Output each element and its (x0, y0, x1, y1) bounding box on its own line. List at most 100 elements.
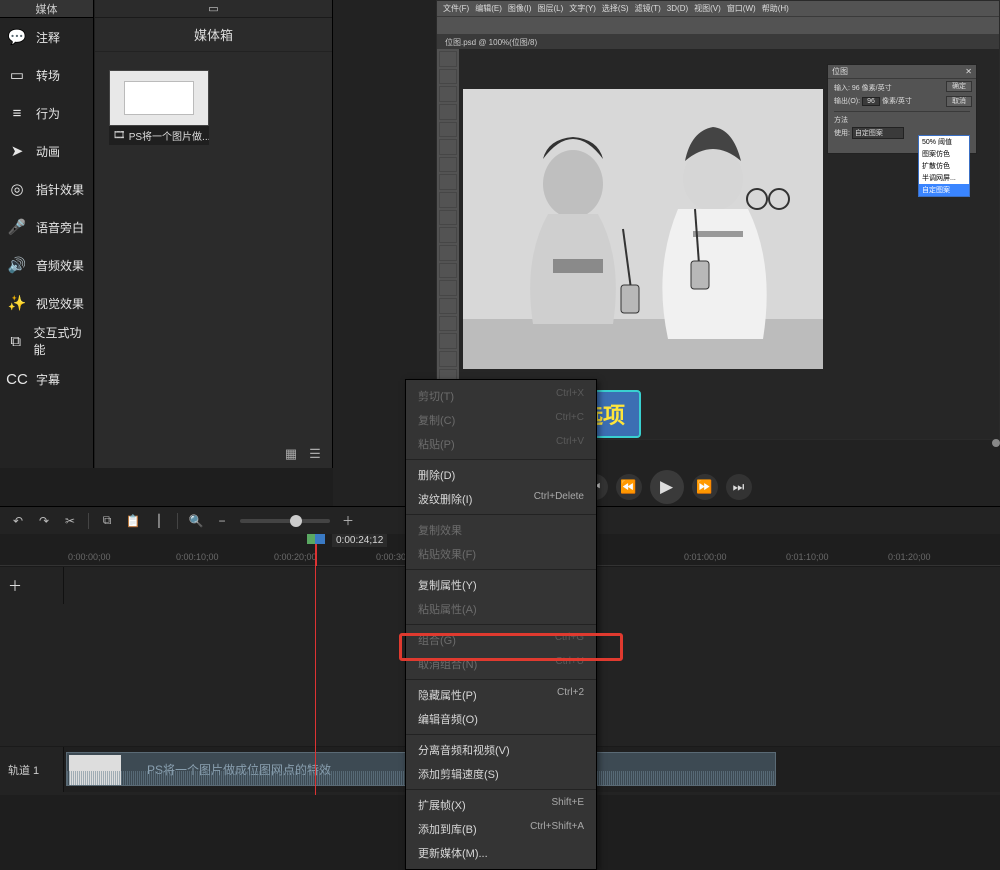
context-menu-item[interactable]: 复制属性(Y) (406, 573, 596, 597)
ps-menu-item[interactable]: 3D(D) (667, 4, 688, 13)
skip-end-button[interactable]: ⏭ (726, 474, 752, 500)
ps-dlg-use-dropdown[interactable]: 50% 阈值图案仿色扩散仿色半调网屏...自定图案 (918, 135, 970, 197)
progress-end-handle[interactable] (992, 439, 1000, 447)
context-menu-shortcut: Ctrl+C (555, 412, 584, 428)
context-menu-item[interactable]: 波纹删除(I)Ctrl+Delete (406, 487, 596, 511)
context-menu-item[interactable]: 更新媒体(M)... (406, 841, 596, 865)
ps-dropdown-option[interactable]: 50% 阈值 (919, 136, 969, 148)
redo-button[interactable]: ↷ (36, 513, 52, 529)
ps-menu-item[interactable]: 窗口(W) (727, 3, 756, 14)
ps-menu-item[interactable]: 滤镜(T) (635, 3, 661, 14)
ps-dropdown-option[interactable]: 自定图案 (919, 184, 969, 196)
ps-tool-2[interactable] (439, 86, 457, 102)
context-menu-item: 粘贴(P)Ctrl+V (406, 432, 596, 456)
ps-tool-5[interactable] (439, 139, 457, 155)
ps-menu-item[interactable]: 帮助(H) (762, 3, 789, 14)
ps-dlg-use-select[interactable]: 自定图案 (852, 127, 904, 139)
context-menu-shortcut: Shift+E (551, 797, 584, 813)
ps-menu-item[interactable]: 图层(L) (537, 3, 563, 14)
ps-menu-item[interactable]: 编辑(E) (475, 3, 502, 14)
sidebar-item-8[interactable]: ⧉交互式功能 (0, 322, 93, 360)
ps-tool-6[interactable] (439, 157, 457, 173)
step-back-button[interactable]: ⏪ (616, 474, 642, 500)
ps-menu-item[interactable]: 视图(V) (694, 3, 721, 14)
undo-button[interactable]: ↶ (10, 513, 26, 529)
play-button[interactable]: ▶ (650, 470, 684, 504)
ps-tool-13[interactable] (439, 280, 457, 296)
ps-tool-8[interactable] (439, 192, 457, 208)
ruler-tick: 0:01:20;00 (888, 552, 931, 562)
sidebar-item-0[interactable]: 💬注释 (0, 18, 93, 56)
view-list-button[interactable]: ☰ (306, 445, 324, 463)
ruler-tick: 0:01:00;00 (684, 552, 727, 562)
ps-dropdown-option[interactable]: 图案仿色 (919, 148, 969, 160)
ps-menu-item[interactable]: 文件(F) (443, 3, 469, 14)
ps-tool-16[interactable] (439, 333, 457, 349)
track-header-media[interactable]: ＋ (0, 567, 64, 604)
track-add-button[interactable]: ＋ (8, 576, 22, 596)
ps-menu-item[interactable]: 文字(Y) (569, 3, 596, 14)
copy-button[interactable]: ⧉ (99, 513, 115, 529)
sidebar-item-7[interactable]: ✨视觉效果 (0, 284, 93, 322)
ps-dlg-output-unit: 像素/英寸 (882, 98, 912, 105)
sidebar-item-6[interactable]: 🔊音频效果 (0, 246, 93, 284)
ps-tool-14[interactable] (439, 298, 457, 314)
cut-button[interactable]: ✂ (62, 513, 78, 529)
ps-tool-1[interactable] (439, 69, 457, 85)
ps-tool-15[interactable] (439, 316, 457, 332)
context-menu-item[interactable]: 编辑音频(O) (406, 707, 596, 731)
ps-tool-17[interactable] (439, 351, 457, 367)
zoom-out-button[interactable]: − (214, 513, 230, 529)
context-menu-item[interactable]: 删除(D) (406, 463, 596, 487)
zoom-in-button[interactable]: ＋ (340, 513, 356, 529)
context-menu-item[interactable]: 添加剪辑速度(S) (406, 762, 596, 786)
context-menu-item[interactable]: 隐藏属性(P)Ctrl+2 (406, 683, 596, 707)
track-header-1[interactable]: 轨道 1 (0, 747, 64, 792)
step-forward-button[interactable]: ⏩ (692, 474, 718, 500)
context-menu-label: 添加到库(B) (418, 821, 477, 837)
sidebar-item-label: 行为 (36, 105, 60, 122)
sidebar-item-9[interactable]: CC字幕 (0, 360, 93, 398)
ps-dlg-output-field[interactable]: 96 (862, 97, 880, 106)
sidebar-item-2[interactable]: ≡ 行为 (0, 94, 93, 132)
media-thumbnail[interactable]: 🎞 PS将一个图片做... (109, 70, 209, 145)
ps-tool-7[interactable] (439, 174, 457, 190)
zoom-tool-icon[interactable]: 🔍 (188, 513, 204, 529)
ps-tool-3[interactable] (439, 104, 457, 120)
ps-tool-0[interactable] (439, 51, 457, 67)
sidebar-icon: ≡ (8, 104, 26, 122)
sidebar-item-3[interactable]: ➤动画 (0, 132, 93, 170)
ps-tool-4[interactable] (439, 122, 457, 138)
ps-menu-item[interactable]: 选择(S) (602, 3, 629, 14)
ps-dialog-ok[interactable]: 确定 (946, 81, 972, 92)
ps-dlg-output-label: 输出(O): (834, 98, 860, 105)
context-menu-shortcut: Ctrl+Shift+A (530, 821, 584, 837)
ps-dropdown-option[interactable]: 半调网屏... (919, 172, 969, 184)
context-menu-item: 组合(G)Ctrl+G (406, 628, 596, 652)
zoom-handle[interactable] (290, 515, 302, 527)
ps-dialog-cancel[interactable]: 取消 (946, 96, 972, 107)
ps-menu-item[interactable]: 图像(I) (508, 3, 532, 14)
view-grid-button[interactable]: ▦ (282, 445, 300, 463)
context-menu-item[interactable]: 分离音频和视频(V) (406, 738, 596, 762)
sidebar-tab-media[interactable]: 媒体 (0, 0, 93, 18)
paste-button[interactable]: 📋 (125, 513, 141, 529)
context-menu-shortcut: Ctrl+X (556, 388, 584, 404)
sidebar-item-1[interactable]: ▭转场 (0, 56, 93, 94)
zoom-slider[interactable] (240, 519, 330, 523)
sidebar-item-5[interactable]: 🎤语音旁白 (0, 208, 93, 246)
ps-tool-11[interactable] (439, 245, 457, 261)
media-bin-tab[interactable]: ▭ (95, 0, 332, 18)
ps-tool-9[interactable] (439, 210, 457, 226)
split-button[interactable]: ⎮ (151, 513, 167, 529)
ps-tool-12[interactable] (439, 263, 457, 279)
context-menu-item[interactable]: 扩展帧(X) Shift+E (406, 793, 596, 817)
close-icon[interactable]: ✕ (965, 67, 972, 76)
ps-dropdown-option[interactable]: 扩散仿色 (919, 160, 969, 172)
sidebar-item-label: 音频效果 (36, 257, 84, 274)
ps-tool-10[interactable] (439, 227, 457, 243)
sidebar-item-4[interactable]: ◎指针效果 (0, 170, 93, 208)
context-menu-label: 扩展帧(X) (418, 797, 466, 813)
context-menu-item[interactable]: 添加到库(B) Ctrl+Shift+A (406, 817, 596, 841)
sidebar-item-label: 转场 (36, 67, 60, 84)
